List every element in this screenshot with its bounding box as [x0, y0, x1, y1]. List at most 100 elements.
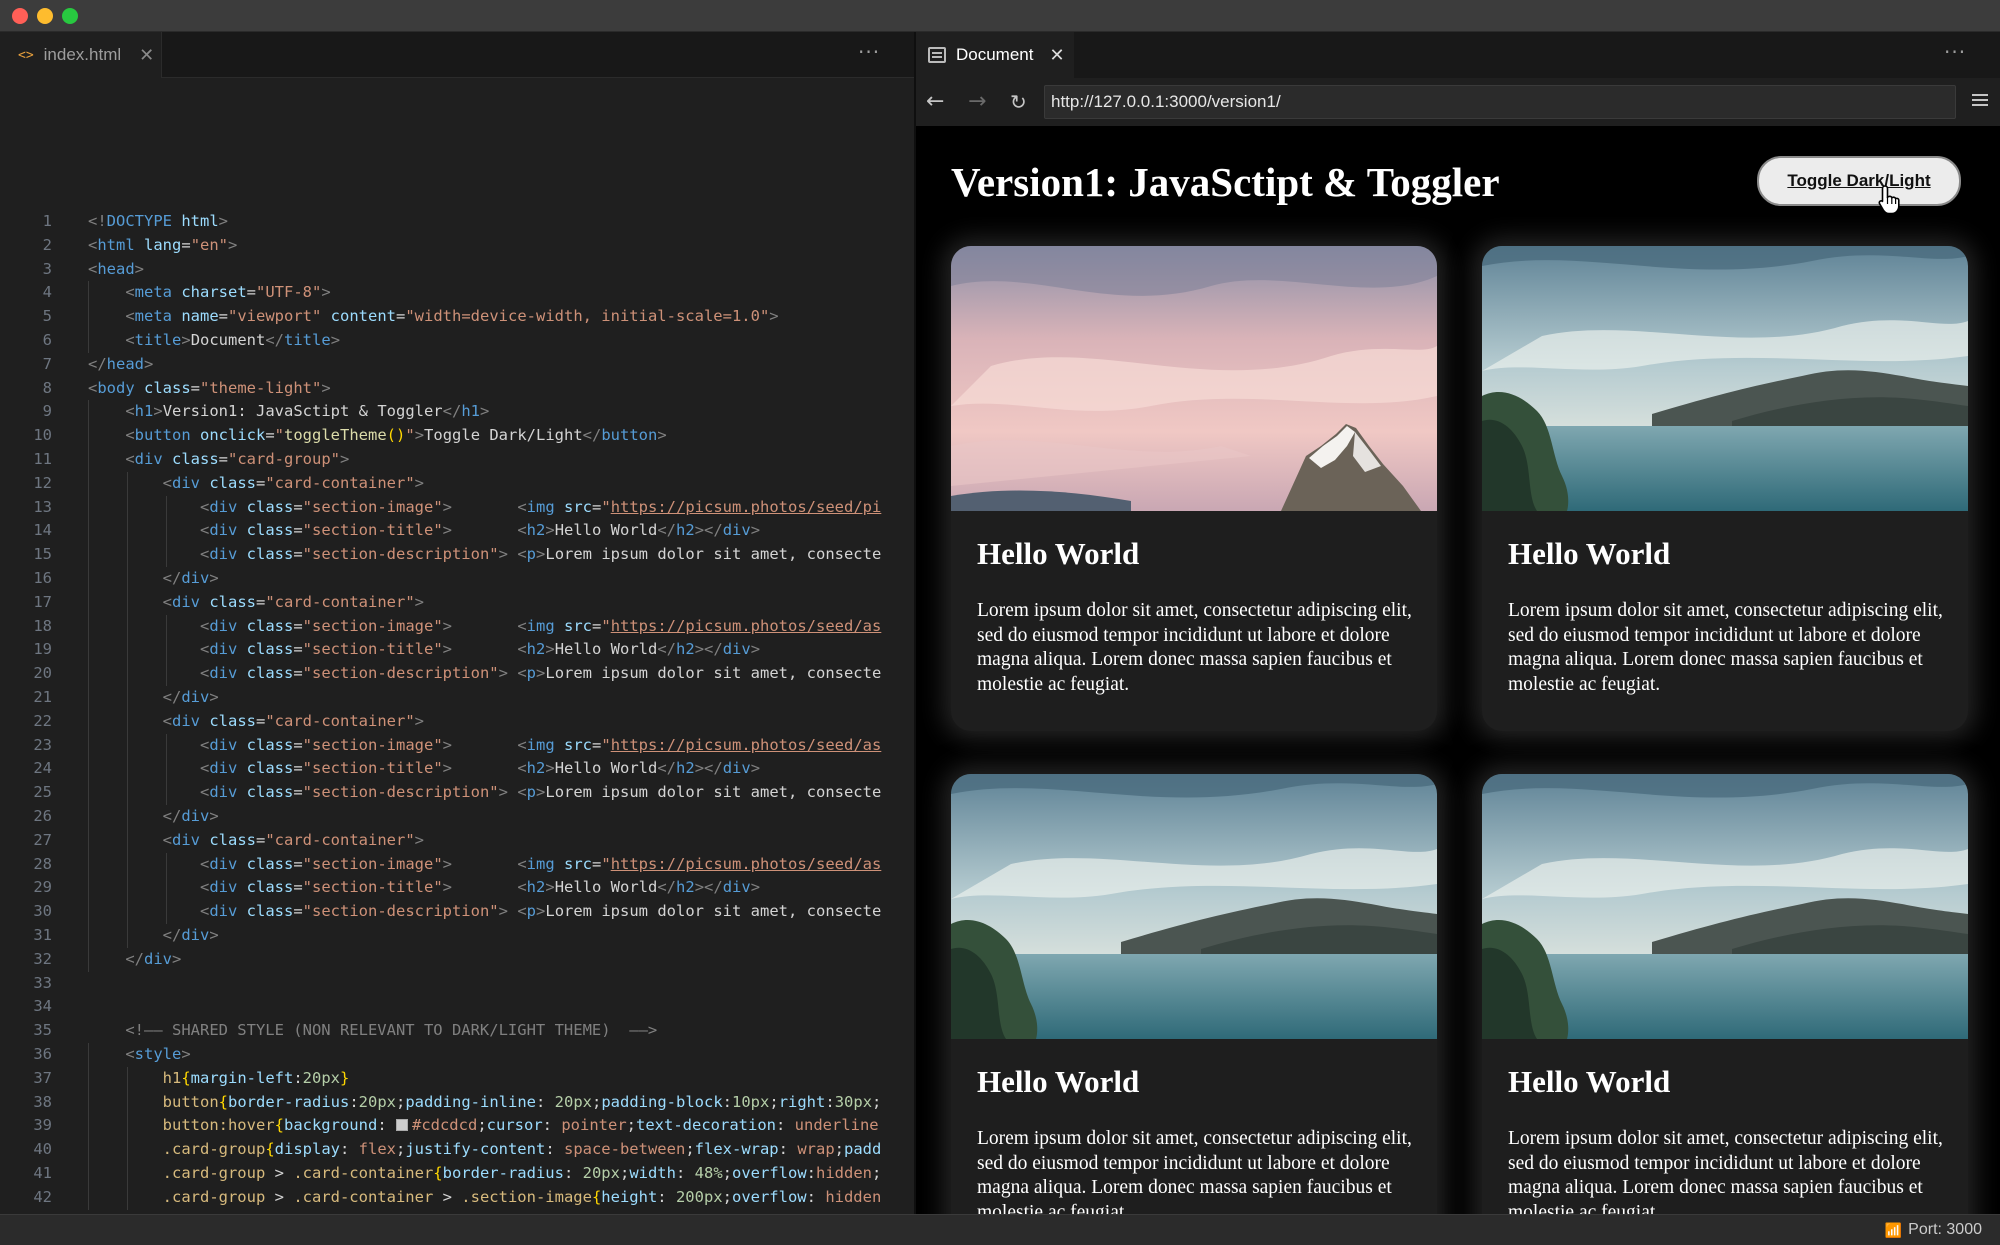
code-token: title — [134, 331, 182, 349]
code-line[interactable]: 29 <div class="section-title"> <h2>Hello… — [0, 876, 914, 900]
code-token: = — [256, 592, 266, 611]
toggle-theme-button[interactable]: Toggle Dark/Light — [1757, 156, 1961, 206]
hand-pointer-cursor-icon — [1878, 185, 1900, 215]
card-description: Lorem ipsum dolor sit amet, consectetur … — [977, 1128, 1412, 1214]
code-line[interactable]: 21 </div> — [0, 686, 914, 710]
code-line[interactable]: 40 .card-group{display: flex;justify-con… — [0, 1138, 914, 1162]
code-token: = — [293, 735, 303, 754]
code-line[interactable]: 27 <div class="card-container"> — [0, 829, 914, 853]
code-token: button:hover — [162, 1116, 275, 1135]
minimize-window-button[interactable] — [37, 8, 53, 24]
code-line[interactable]: 10 <button onclick="toggleTheme()">Toggl… — [0, 424, 914, 448]
line-content: <div class="section-image"> <img src="ht… — [88, 853, 881, 877]
close-icon[interactable]: ✕ — [1049, 45, 1064, 66]
code-line[interactable]: 22 <div class="card-container"> — [0, 710, 914, 734]
port-status[interactable]: 📶 Port: 3000 — [1885, 1221, 1982, 1239]
code-line[interactable]: 17 <div class="card-container"> — [0, 591, 914, 615]
code-line[interactable]: 24 <div class="section-title"> <h2>Hello… — [0, 757, 914, 781]
code-token: </ — [162, 926, 182, 944]
code-token: h1 — [162, 1068, 182, 1087]
code-line[interactable]: 18 <div class="section-image"> <img src=… — [0, 615, 914, 639]
code-line[interactable]: 16 </div> — [0, 567, 914, 591]
code-line[interactable]: 28 <div class="section-image"> <img src=… — [0, 853, 914, 877]
code-token: "card-container" — [265, 592, 415, 611]
url-input[interactable]: http://127.0.0.1:3000/version1/ — [1044, 85, 1956, 119]
code-token: > — [228, 235, 238, 254]
code-line[interactable]: 9 <h1>Version1: JavaSctipt & Toggler</h1… — [0, 400, 914, 424]
code-token: charset — [172, 283, 247, 302]
code-token: border-radius — [228, 1092, 350, 1111]
code-line[interactable]: 26 </div> — [0, 805, 914, 829]
card-title: Hello World — [977, 536, 1140, 571]
code-line[interactable]: 25 <div class="section-description"> <p>… — [0, 781, 914, 805]
code-line[interactable]: 7 </head> — [0, 353, 914, 377]
line-content: .card-group{display: flex;justify-conten… — [88, 1138, 882, 1162]
code-token: Hello World — [554, 878, 658, 897]
code-token: { — [591, 1187, 602, 1206]
code-line[interactable]: 4 <meta charset="UTF-8"> — [0, 281, 914, 305]
code-line[interactable]: 38 button{border-radius:20px;padding-inl… — [0, 1091, 914, 1115]
code-token: > — [545, 759, 555, 778]
code-line[interactable]: 23 <div class="section-image"> <img src=… — [0, 734, 914, 758]
code-line[interactable]: 15 <div class="section-description"> <p>… — [0, 543, 914, 567]
code-token: > — [209, 688, 219, 706]
code-line[interactable]: 14 <div class="section-title"> <h2>Hello… — [0, 519, 914, 543]
code-line[interactable]: 41 .card-group > .card-container{border-… — [0, 1162, 914, 1186]
forward-arrow-icon[interactable]: → — [968, 88, 986, 116]
code-token: = — [592, 735, 602, 754]
browser-tab-document[interactable]: Document ✕ — [916, 32, 1074, 78]
code-line[interactable]: 11 <div class="card-group"> — [0, 448, 914, 472]
code-line[interactable]: 42 .card-group > .card-container > .sect… — [0, 1186, 914, 1210]
code-line[interactable]: 31 </div> — [0, 924, 914, 948]
line-content: <h1>Version1: JavaSctipt & Toggler</h1> — [88, 400, 489, 424]
maximize-window-button[interactable] — [62, 8, 78, 24]
code-line[interactable]: 35 <!—— SHARED STYLE (NON RELEVANT TO DA… — [0, 1019, 914, 1043]
code-token: = — [218, 307, 229, 326]
code-line[interactable]: 6 <title>Document</title> — [0, 329, 914, 353]
code-line[interactable]: 20 <div class="section-description"> <p>… — [0, 662, 914, 686]
code-line[interactable]: 33 — [0, 972, 914, 996]
code-line[interactable]: 36 <style> — [0, 1043, 914, 1067]
close-window-button[interactable] — [12, 8, 28, 24]
code-line[interactable]: 37 h1{margin-left:20px} — [0, 1067, 914, 1091]
line-content: <div class="section-description"> <p>Lor… — [88, 781, 881, 805]
code-area[interactable]: 1 <!DOCTYPE html> 2 <html lang="en"> 3 <head>… — [0, 210, 914, 1214]
code-token: < — [199, 735, 210, 754]
code-token: border-radius — [442, 1164, 564, 1182]
code-line[interactable]: 2 <html lang="en"> — [0, 234, 914, 258]
code-line[interactable]: 3 <head> — [0, 258, 914, 282]
code-line[interactable]: 19 <div class="section-title"> <h2>Hello… — [0, 638, 914, 662]
editor-tab-index-html[interactable]: <> index.html ✕ — [0, 32, 162, 78]
reload-icon[interactable]: ↻ — [1010, 88, 1027, 116]
line-number: 25 — [33, 783, 52, 802]
code-token: ; — [722, 1187, 732, 1206]
back-arrow-icon[interactable]: ← — [926, 88, 944, 116]
code-token: < — [199, 616, 210, 635]
code-token: lang — [134, 235, 182, 254]
code-line[interactable]: 8 <body class="theme-light"> — [0, 377, 914, 401]
code-line[interactable]: 1 <!DOCTYPE html> — [0, 210, 914, 234]
code-line[interactable]: 13 <div class="section-image"> <img src=… — [0, 496, 914, 520]
code-line[interactable]: 34 — [0, 995, 914, 1019]
line-number: 17 — [33, 592, 52, 611]
hamburger-menu-icon[interactable] — [1972, 94, 1988, 108]
close-icon[interactable]: ✕ — [139, 45, 154, 66]
line-number: 7 — [42, 354, 52, 373]
code-token: Version1: JavaSctipt & Toggler — [162, 402, 443, 421]
port-label: Port: 3000 — [1908, 1221, 1982, 1238]
code-line[interactable]: 12 <div class="card-container"> — [0, 472, 914, 496]
code-token: < — [88, 378, 98, 397]
code-line[interactable]: 32 </div> — [0, 948, 914, 972]
code-line[interactable]: 30 <div class="section-description"> <p>… — [0, 900, 914, 924]
lake-landscape-image — [951, 774, 1437, 1039]
more-actions-icon[interactable]: ··· — [858, 40, 880, 64]
more-actions-icon[interactable]: ··· — [1944, 40, 1966, 64]
code-line[interactable]: 5 <meta name="viewport" content="width=d… — [0, 305, 914, 329]
code-token: > — [330, 331, 341, 349]
code-token: < — [199, 878, 210, 897]
line-content: <button onclick="toggleTheme()">Toggle D… — [88, 424, 666, 448]
code-line[interactable]: 39 button:hover{background: #cdcdcd;curs… — [0, 1114, 914, 1138]
